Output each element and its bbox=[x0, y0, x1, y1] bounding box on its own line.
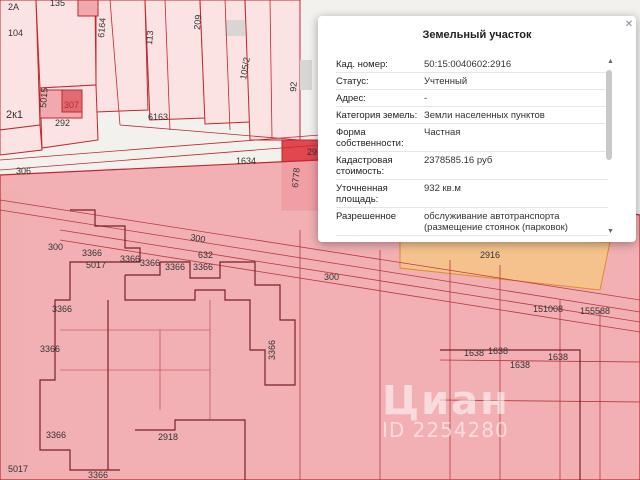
map-label: 300 bbox=[324, 272, 339, 282]
row-value: Земли населенных пунктов bbox=[424, 110, 545, 121]
map-label: 3366 bbox=[82, 248, 102, 258]
map-label: 3366 bbox=[193, 262, 213, 272]
triangle-down-icon[interactable]: ▼ bbox=[607, 228, 614, 236]
map-label: 3366 bbox=[46, 430, 66, 440]
map-label: 1638 bbox=[488, 346, 508, 356]
info-row: Категория земель: Земли населенных пункт… bbox=[336, 107, 608, 124]
map-label: 1638 bbox=[510, 360, 530, 370]
map-label: 307 bbox=[64, 100, 79, 110]
map-label: 29 bbox=[307, 147, 317, 157]
map-label: 209 bbox=[192, 14, 203, 30]
map-label: 92 bbox=[288, 81, 299, 92]
map-label: 3366 bbox=[120, 254, 140, 264]
row-key: Адрес: bbox=[336, 93, 366, 104]
map-label: 5017 bbox=[86, 260, 106, 270]
row-value: Частная bbox=[424, 127, 461, 138]
row-key: Форма собственности: bbox=[336, 127, 404, 149]
info-row: Кадастровая стоимость: 2378585.16 руб bbox=[336, 152, 608, 180]
map-label: 1638 bbox=[464, 348, 484, 358]
parcel-info-popup: Земельный участок Кад. номер: 50:15:0040… bbox=[318, 16, 636, 242]
info-row: Разрешенное обслуживание автотранспорта … bbox=[336, 208, 608, 236]
row-key: Статус: bbox=[336, 76, 369, 87]
map-label: 3366 bbox=[40, 344, 60, 354]
info-row: Форма собственности: Частная bbox=[336, 124, 608, 152]
close-icon[interactable]: ✕ bbox=[624, 20, 634, 30]
map-label: 2к1 bbox=[6, 109, 23, 121]
map-label: 1638 bbox=[548, 352, 568, 362]
row-key: Кад. номер: bbox=[336, 59, 388, 70]
info-row: Адрес: - bbox=[336, 90, 608, 107]
map-label: 3366 bbox=[88, 470, 108, 480]
row-value: 932 кв.м bbox=[424, 183, 461, 194]
map-label: 2916 bbox=[480, 250, 500, 260]
info-row: Кад. номер: 50:15:0040602:2916 bbox=[336, 56, 608, 73]
map-label: 6163 bbox=[148, 112, 168, 122]
row-value: 2378585.16 руб bbox=[424, 155, 493, 166]
map-label: 300 bbox=[48, 242, 63, 252]
map-label: 155588 bbox=[580, 306, 610, 316]
map-label: 632 bbox=[198, 250, 213, 260]
popup-title: Земельный участок bbox=[422, 29, 532, 41]
row-value: 50:15:0040602:2916 bbox=[424, 59, 512, 70]
map-label: 5015 bbox=[38, 87, 50, 108]
map-label: 306 bbox=[16, 166, 31, 176]
map-label: 3366 bbox=[52, 304, 72, 314]
info-row: Статус: Учтенный bbox=[336, 73, 608, 90]
map-label: 1634 bbox=[236, 156, 256, 166]
row-key: Кадастровая стоимость: bbox=[336, 155, 393, 177]
row-key: Уточненная площадь: bbox=[336, 183, 388, 205]
info-row: Уточненная площадь: 932 кв.м bbox=[336, 180, 608, 208]
row-value: Учтенный bbox=[424, 76, 468, 87]
map-label: 6164 bbox=[96, 17, 108, 38]
row-value: - bbox=[424, 93, 428, 104]
triangle-up-icon[interactable]: ▲ bbox=[607, 58, 614, 66]
map-label: 151008 bbox=[533, 304, 563, 314]
popup-rows[interactable]: Кад. номер: 50:15:0040602:2916 Статус: У… bbox=[336, 56, 608, 236]
map-label: 104 bbox=[8, 28, 23, 38]
map-label: 6778 bbox=[290, 167, 302, 188]
map-label: 2918 bbox=[158, 432, 178, 442]
map-label: 5017 bbox=[8, 464, 28, 474]
map-label: 3366 bbox=[267, 340, 277, 360]
row-key: Категория земель: bbox=[336, 110, 418, 121]
map-label: 2А bbox=[8, 2, 19, 12]
map-label: 113 bbox=[144, 30, 155, 45]
map-label: 3366 bbox=[165, 262, 185, 272]
popup-scrollbar[interactable] bbox=[606, 70, 612, 160]
map-label: 135 bbox=[50, 0, 65, 8]
map-label: 292 bbox=[55, 118, 70, 128]
map-label: 3366 bbox=[140, 258, 160, 268]
row-value: обслуживание автотранспорта (размещение … bbox=[424, 211, 568, 233]
row-key: Разрешенное bbox=[336, 211, 397, 222]
